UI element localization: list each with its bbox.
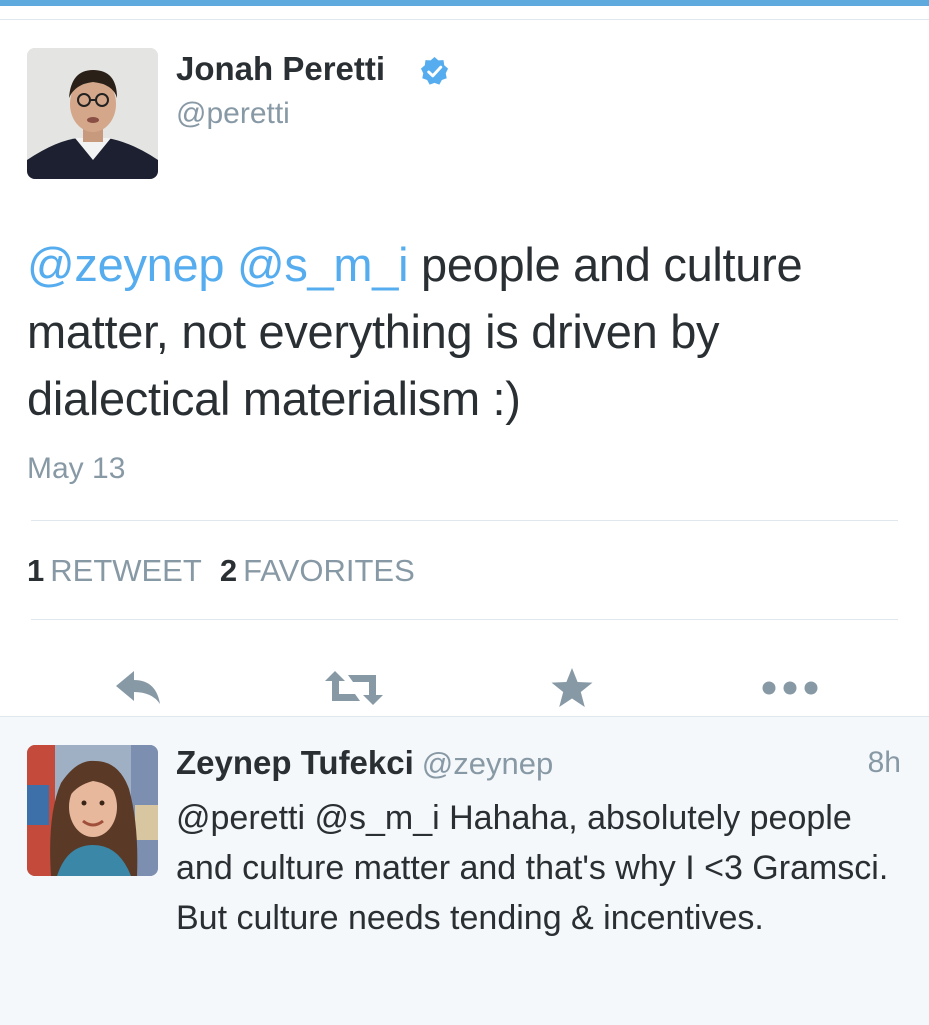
retweet-count: 1 xyxy=(27,553,45,588)
reply-button[interactable] xyxy=(100,660,176,716)
tweet-text: @zeynep @s_m_i people and culture matter… xyxy=(27,231,907,432)
tweet-date[interactable]: May 13 xyxy=(27,452,125,486)
mention-link[interactable]: @s_m_i xyxy=(237,238,409,291)
more-button[interactable] xyxy=(752,660,828,716)
stats-top-divider xyxy=(31,520,898,521)
tweet-stats: 1 RETWEET 2 FAVORITES xyxy=(27,553,433,589)
retweets-stat[interactable]: 1 RETWEET xyxy=(27,553,220,588)
reply-author-avatar[interactable] xyxy=(27,745,158,876)
favorites-stat[interactable]: 2 FAVORITES xyxy=(220,553,433,588)
reply-header: Zeynep Tufekci @zeynep xyxy=(176,744,553,782)
top-accent-bar xyxy=(0,0,929,6)
retweet-icon xyxy=(325,671,383,705)
author-avatar[interactable] xyxy=(27,48,158,179)
author-name[interactable]: Jonah Peretti xyxy=(176,50,385,88)
verified-badge-icon xyxy=(420,56,449,85)
favorite-button[interactable] xyxy=(534,660,610,716)
favorite-count: 2 xyxy=(219,553,238,588)
star-icon xyxy=(551,668,593,707)
reply-timestamp: 8h xyxy=(867,746,901,779)
more-icon xyxy=(762,681,818,695)
reply-icon xyxy=(116,671,160,704)
author-handle[interactable]: @peretti xyxy=(176,97,290,131)
mention-link[interactable]: @zeynep xyxy=(27,238,224,291)
reply-author-handle[interactable]: @zeynep xyxy=(422,746,553,781)
stats-bottom-divider xyxy=(31,619,898,620)
retweet-label: RETWEET xyxy=(50,553,202,588)
reply-tweet[interactable]: Zeynep Tufekci @zeynep 8h @peretti @s_m_i… xyxy=(0,716,929,1025)
retweet-button[interactable] xyxy=(316,660,392,716)
favorite-label: FAVORITES xyxy=(243,553,415,588)
reply-author-name[interactable]: Zeynep Tufekci xyxy=(176,744,414,781)
main-tweet: Jonah Peretti @peretti @zeynep @s_m_i pe… xyxy=(0,20,929,717)
reply-text: @peretti @s_m_i Hahaha, absolutely peopl… xyxy=(176,799,889,937)
